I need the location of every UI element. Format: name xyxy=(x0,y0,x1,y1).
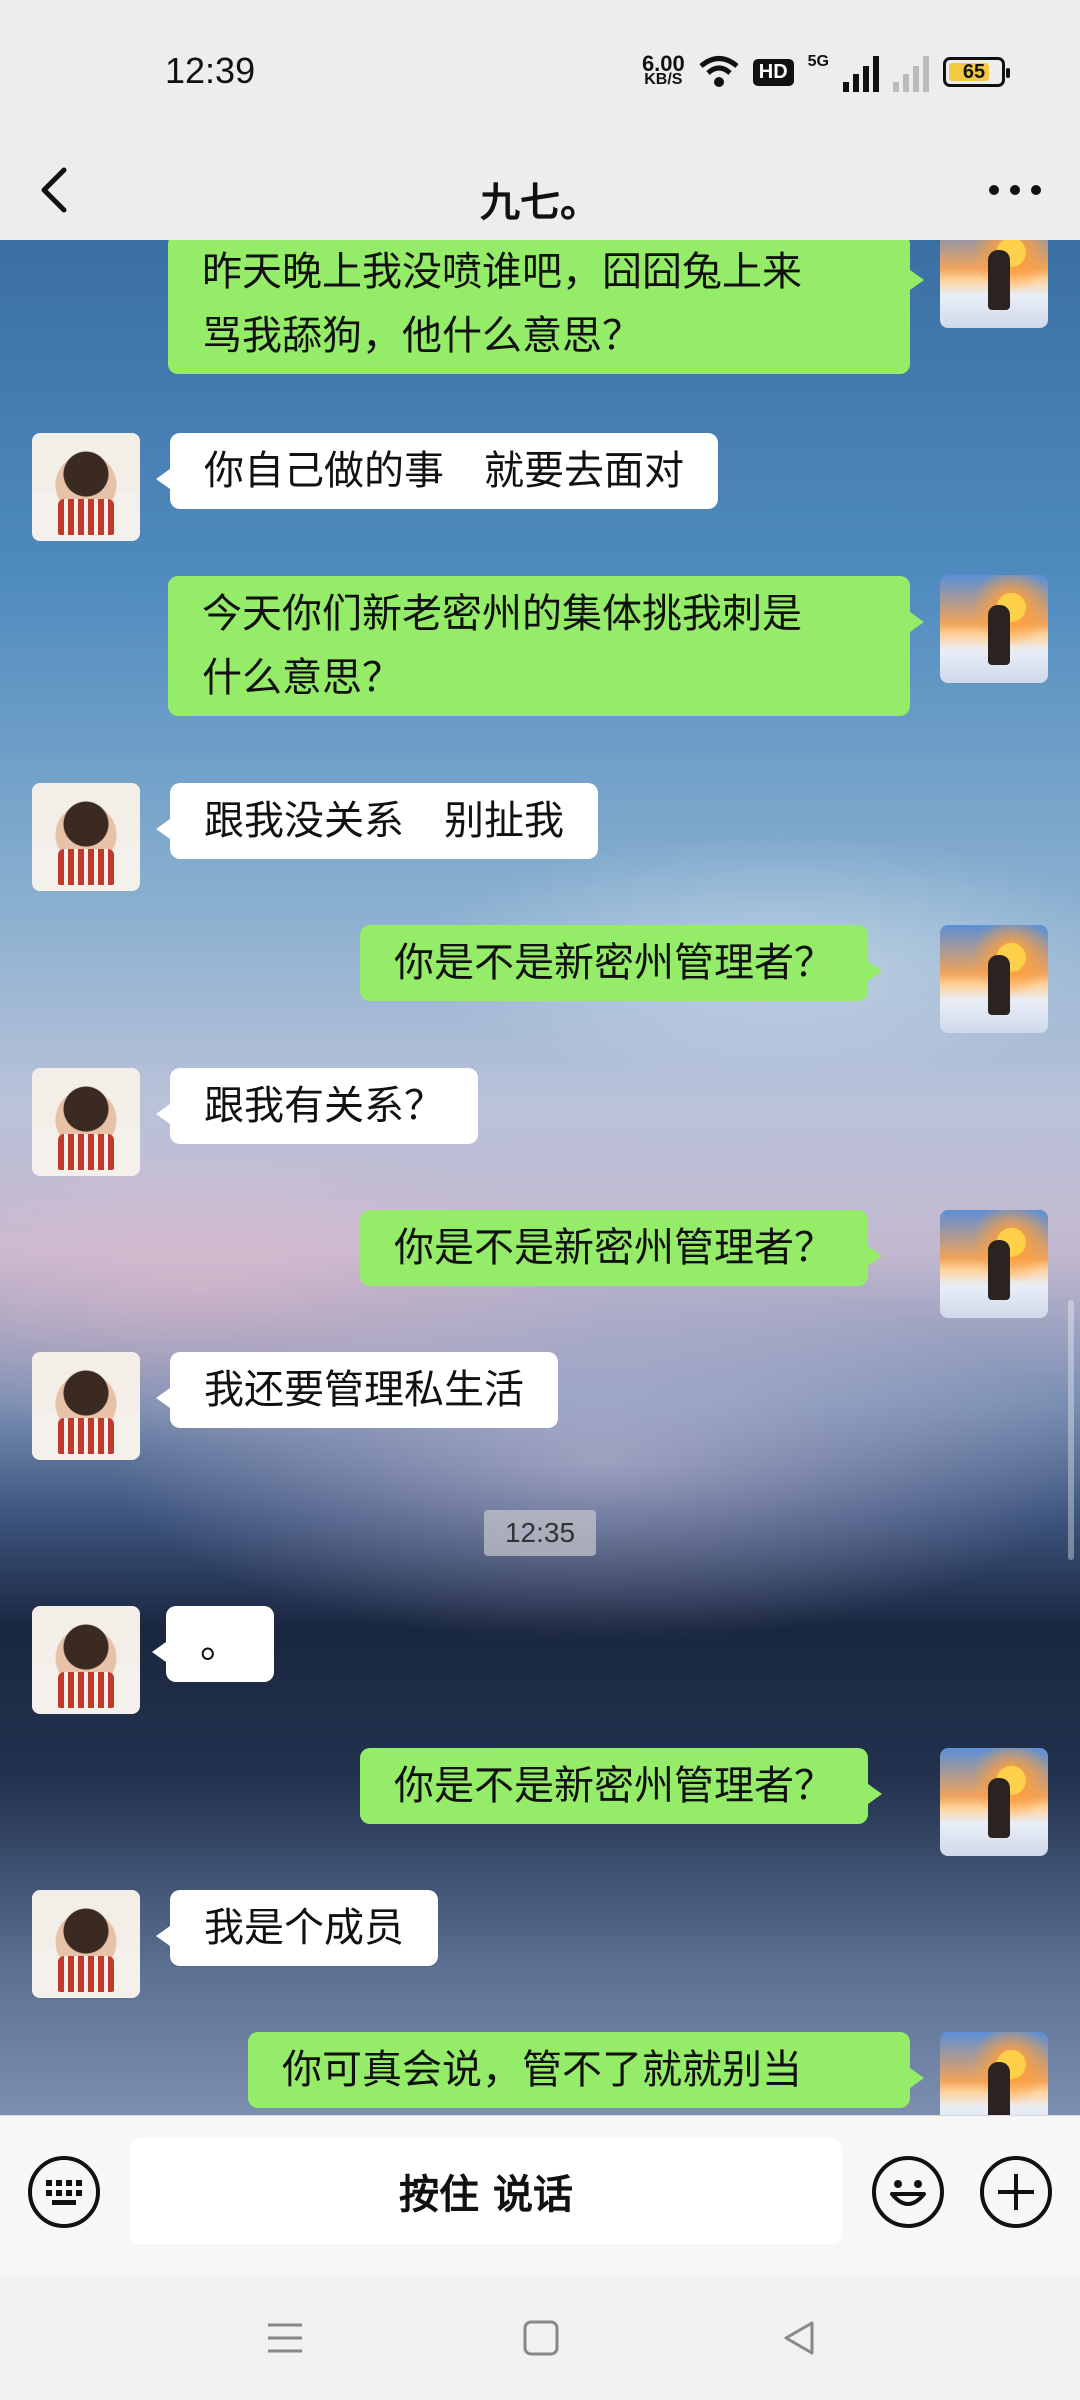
message-bubble-other[interactable]: 跟我没关系 别扯我 xyxy=(156,783,598,859)
message-bubble-other[interactable]: 跟我有关系？ xyxy=(156,1068,478,1144)
network-speed-value: 6.00 xyxy=(641,51,685,76)
contact-avatar[interactable] xyxy=(32,1606,140,1714)
more-dots-icon[interactable] xyxy=(980,162,1050,218)
network-type-label: 5G xyxy=(807,53,829,70)
self-avatar[interactable] xyxy=(940,1210,1048,1318)
contact-avatar[interactable] xyxy=(32,1068,140,1176)
chat-title: 九七。 xyxy=(480,180,600,226)
contact-avatar[interactable] xyxy=(32,783,140,891)
message-bubble-self[interactable]: 你是不是新密州管理者？ xyxy=(360,1748,882,1824)
keyboard-icon[interactable] xyxy=(28,2156,100,2228)
message-bubble-self[interactable]: 你是不是新密州管理者？ xyxy=(360,1210,882,1286)
message-bubble-other[interactable]: 我还要管理私生活 xyxy=(156,1352,558,1428)
self-avatar[interactable] xyxy=(940,925,1048,1033)
hd-badge: HD xyxy=(752,58,794,86)
message-bubble-self[interactable]: 今天你们新老密州的集体挑我刺是 什么意思？ xyxy=(168,576,924,716)
home-square-icon[interactable] xyxy=(518,2315,564,2361)
wifi-icon xyxy=(699,56,739,87)
signal-secondary-icon xyxy=(893,52,929,92)
battery-level: 65 xyxy=(962,60,986,83)
self-avatar[interactable] xyxy=(940,240,1048,328)
contact-avatar[interactable] xyxy=(32,433,140,541)
status-bar: 12:39 6.00 KB/S HD 5G 65 xyxy=(0,0,1080,140)
menu-icon[interactable] xyxy=(262,2315,308,2361)
chat-timestamp: 12:35 xyxy=(484,1510,596,1556)
chat-header: 九七。 xyxy=(0,140,1080,240)
self-avatar[interactable] xyxy=(940,575,1048,683)
status-time: 12:39 xyxy=(165,50,256,91)
message-bubble-other[interactable]: 我是个成员 xyxy=(156,1890,438,1966)
scrollbar[interactable] xyxy=(1068,1300,1074,1560)
input-bar: 按住 说话 xyxy=(0,2115,1080,2275)
message-bubble-self[interactable]: 昨天晚上我没喷谁吧，囧囧兔上来 骂我舔狗，他什么意思？ xyxy=(168,240,924,374)
chat-message-list[interactable]: 昨天晚上我没喷谁吧，囧囧兔上来 骂我舔狗，他什么意思？ 你自己做的事 就要去面对… xyxy=(0,240,1080,2115)
hold-to-talk-button[interactable]: 按住 说话 xyxy=(130,2138,842,2244)
network-speed-unit: KB/S xyxy=(644,71,683,88)
battery-icon: 65 xyxy=(943,57,1010,87)
message-bubble-other[interactable]: 你自己做的事 就要去面对 xyxy=(156,433,718,509)
contact-avatar[interactable] xyxy=(32,1890,140,1998)
emoji-icon[interactable] xyxy=(872,2156,944,2228)
network-speed: 6.00 KB/S xyxy=(641,51,685,88)
self-avatar[interactable] xyxy=(940,2032,1048,2115)
status-icons: 6.00 KB/S HD 5G 65 xyxy=(641,48,1010,96)
signal-icon xyxy=(843,52,879,92)
message-bubble-self[interactable]: 你可真会说，管不了就就别当 xyxy=(248,2032,924,2108)
back-triangle-icon[interactable] xyxy=(776,2315,822,2361)
system-nav-bar xyxy=(0,2275,1080,2400)
plus-icon[interactable] xyxy=(980,2156,1052,2228)
contact-avatar[interactable] xyxy=(32,1352,140,1460)
message-bubble-other[interactable]: 。 xyxy=(152,1606,274,1682)
self-avatar[interactable] xyxy=(940,1748,1048,1856)
message-bubble-self[interactable]: 你是不是新密州管理者？ xyxy=(360,925,882,1001)
